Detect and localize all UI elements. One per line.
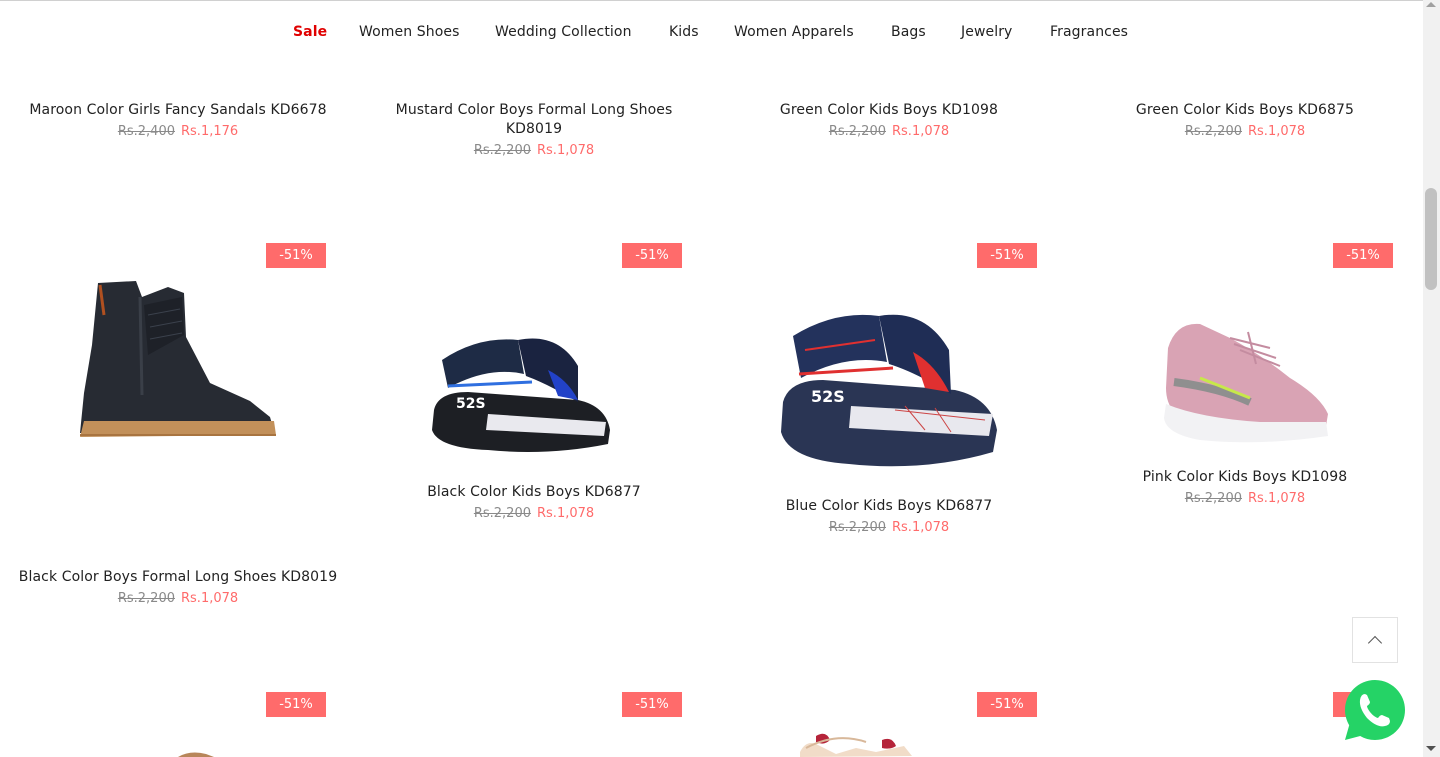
original-price: Rs.2,200 xyxy=(1184,124,1242,139)
product-image-partial[interactable] xyxy=(176,748,216,757)
product-image-black-sandal[interactable]: 52S xyxy=(428,330,612,456)
discount-badge: -51% xyxy=(622,243,682,268)
nav-item-women-shoes[interactable]: Women Shoes xyxy=(359,24,460,40)
product-price: Rs.2,200 Rs.1,078 xyxy=(1080,123,1410,141)
nav-item-sale[interactable]: Sale xyxy=(293,24,327,40)
product-price: Rs.2,200 Rs.1,078 xyxy=(724,519,1054,537)
sale-price: Rs.1,078 xyxy=(892,520,950,535)
nav-item-kids[interactable]: Kids xyxy=(669,24,699,40)
product-image-partial[interactable] xyxy=(796,728,916,757)
nav-item-wedding-collection[interactable]: Wedding Collection xyxy=(495,24,632,40)
nav-item-women-apparels[interactable]: Women Apparels xyxy=(734,24,854,40)
sale-price: Rs.1,078 xyxy=(181,591,239,606)
discount-badge: -51% xyxy=(977,243,1037,268)
nav-item-fragrances[interactable]: Fragrances xyxy=(1050,24,1128,40)
product-price: Rs.2,200 Rs.1,078 xyxy=(369,142,699,160)
product-title[interactable]: Pink Color Kids Boys KD1098 xyxy=(1080,468,1410,487)
sale-price: Rs.1,078 xyxy=(892,124,950,139)
sale-price: Rs.1,078 xyxy=(1248,124,1306,139)
product-title[interactable]: Black Color Boys Formal Long Shoes KD801… xyxy=(13,568,343,587)
whatsapp-icon[interactable] xyxy=(1343,678,1407,742)
product-title[interactable]: Green Color Kids Boys KD6875 xyxy=(1080,101,1410,120)
discount-badge: -51% xyxy=(977,692,1037,717)
discount-badge: -51% xyxy=(622,692,682,717)
nav-item-jewelry[interactable]: Jewelry xyxy=(961,24,1012,40)
product-title[interactable]: Green Color Kids Boys KD1098 xyxy=(724,101,1054,120)
product-price: Rs.2,200 Rs.1,078 xyxy=(724,123,1054,141)
product-title[interactable]: Blue Color Kids Boys KD6877 xyxy=(724,497,1054,516)
original-price: Rs.2,200 xyxy=(1184,491,1242,506)
sale-price: Rs.1,078 xyxy=(537,143,595,158)
sale-price: Rs.1,078 xyxy=(1248,491,1306,506)
page-scrollbar[interactable] xyxy=(1423,0,1440,757)
original-price: Rs.2,200 xyxy=(828,124,886,139)
original-price: Rs.2,200 xyxy=(473,506,531,521)
discount-badge: -51% xyxy=(266,243,326,268)
original-price: Rs.2,200 xyxy=(473,143,531,158)
product-price: Rs.2,200 Rs.1,078 xyxy=(1080,490,1410,508)
original-price: Rs.2,400 xyxy=(117,124,175,139)
product-title[interactable]: Black Color Kids Boys KD6877 xyxy=(369,483,699,502)
original-price: Rs.2,200 xyxy=(828,520,886,535)
back-to-top-button[interactable] xyxy=(1352,617,1398,663)
discount-badge: -51% xyxy=(266,692,326,717)
scrollbar-thumb[interactable] xyxy=(1425,188,1437,290)
product-image-pink-sneaker[interactable] xyxy=(1160,318,1332,448)
product-image-black-boot[interactable] xyxy=(70,275,282,447)
discount-badge: -51% xyxy=(1333,243,1393,268)
original-price: Rs.2,200 xyxy=(117,591,175,606)
product-image-blue-sandal[interactable]: 52S xyxy=(775,310,1001,474)
chevron-up-icon xyxy=(1367,635,1383,651)
nav-item-bags[interactable]: Bags xyxy=(891,24,926,40)
product-price: Rs.2,400 Rs.1,176 xyxy=(13,123,343,141)
scroll-up-arrow-icon[interactable] xyxy=(1426,2,1436,7)
product-price: Rs.2,200 Rs.1,078 xyxy=(369,505,699,523)
product-title[interactable]: Mustard Color Boys Formal Long Shoes KD8… xyxy=(369,101,699,139)
product-title[interactable]: Maroon Color Girls Fancy Sandals KD6678 xyxy=(13,101,343,120)
svg-text:52S: 52S xyxy=(456,396,486,412)
sale-price: Rs.1,078 xyxy=(537,506,595,521)
main-navigation: Sale Women Shoes Wedding Collection Kids… xyxy=(0,0,1423,66)
sale-price: Rs.1,176 xyxy=(181,124,239,139)
svg-text:52S: 52S xyxy=(811,387,845,406)
product-price: Rs.2,200 Rs.1,078 xyxy=(13,590,343,608)
scroll-down-arrow-icon[interactable] xyxy=(1426,746,1436,751)
